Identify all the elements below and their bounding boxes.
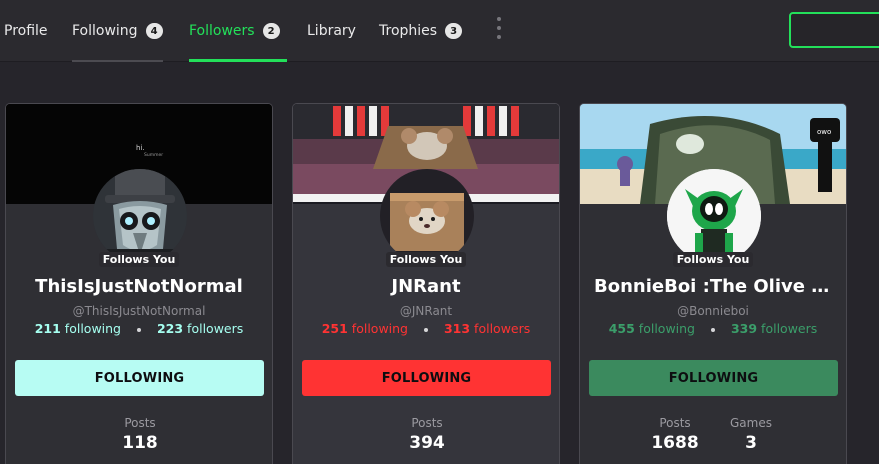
metric-value: 394 [409, 433, 445, 453]
avatar[interactable] [667, 169, 761, 263]
banner-text: owo [817, 128, 831, 136]
metric-label: Posts [124, 416, 156, 430]
metric-value: 118 [122, 433, 158, 453]
tab-label: Followers [189, 23, 255, 39]
following-button[interactable]: FOLLOWING [589, 360, 838, 396]
banner-subtext: Summer [144, 152, 163, 158]
username-handle: @JNRant [399, 304, 453, 318]
tab-label: Following [72, 23, 138, 39]
search-input[interactable] [789, 12, 879, 48]
follower-card[interactable]: owo Follows You BonnieBoi :The Olive Man… [579, 103, 847, 464]
follow-stats: 211 following 223 followers [6, 321, 272, 336]
tab-profile[interactable]: Profile [4, 0, 48, 62]
avatar[interactable] [93, 169, 187, 263]
following-label: following [638, 321, 695, 336]
following-button[interactable]: FOLLOWING [302, 360, 551, 396]
profile-nav-bar: Profile Following 4 Followers 2 Library … [0, 0, 879, 62]
follow-stats: 251 following 313 followers [293, 321, 559, 336]
banner-text: hi. [136, 144, 145, 152]
follow-stats: 455 following 339 followers [580, 321, 846, 336]
followers-label: followers [761, 321, 818, 336]
username-handle: @ThisIsJustNotNormal [72, 304, 206, 318]
green-creature-avatar-icon [667, 169, 761, 263]
tab-following[interactable]: Following 4 [72, 0, 163, 62]
username-handle: @Bonnieboi [677, 304, 749, 318]
separator-dot [423, 327, 428, 332]
count-badge: 3 [445, 23, 463, 39]
separator-dot [136, 327, 141, 332]
metric-value: 1688 [651, 433, 699, 453]
count-badge: 2 [262, 23, 280, 39]
followers-count: 223 [156, 321, 184, 336]
follows-you-label: Follows You [293, 252, 559, 267]
followers-label: followers [474, 321, 531, 336]
plague-doctor-avatar-icon [93, 169, 187, 263]
posts-metric: Posts 394 [293, 416, 559, 453]
tab-library[interactable]: Library [307, 0, 356, 62]
count-badge: 4 [145, 23, 163, 39]
tab-trophies[interactable]: Trophies 3 [379, 0, 463, 62]
following-label: following [64, 321, 121, 336]
display-name[interactable]: ThisIsJustNotNormal [6, 276, 272, 297]
avatar[interactable] [380, 169, 474, 263]
following-count: 251 [321, 321, 348, 336]
mouse-box-avatar-icon [380, 169, 474, 263]
follows-you-label: Follows You [580, 252, 846, 267]
tab-label: Profile [4, 23, 48, 39]
metric-label: Games [730, 416, 772, 430]
follower-card[interactable]: hi. Summer Follows You ThisIsJustNotNorm… [5, 103, 273, 464]
follows-you-label: Follows You [6, 252, 272, 267]
separator-dot [710, 327, 715, 332]
games-metric: Games 3 [716, 416, 786, 453]
tab-followers[interactable]: Followers 2 [189, 0, 287, 62]
posts-metric: Posts 118 [6, 416, 272, 453]
following-count: 455 [608, 321, 635, 336]
tab-label: Library [307, 23, 356, 39]
metric-label: Posts [659, 416, 691, 430]
followers-label: followers [187, 321, 244, 336]
followers-count: 339 [730, 321, 758, 336]
following-label: following [351, 321, 408, 336]
display-name[interactable]: JNRant [293, 276, 559, 297]
more-options-icon[interactable] [494, 17, 504, 39]
followers-count: 313 [443, 321, 471, 336]
metric-label: Posts [411, 416, 443, 430]
tab-label: Trophies [379, 23, 438, 39]
follower-card[interactable]: Follows You JNRant @JNRant 251 following… [292, 103, 560, 464]
posts-metric: Posts 1688 [640, 416, 710, 453]
following-button[interactable]: FOLLOWING [15, 360, 264, 396]
following-count: 211 [34, 321, 61, 336]
display-name[interactable]: BonnieBoi :The Olive Man... [580, 276, 846, 297]
metric-value: 3 [745, 433, 757, 453]
